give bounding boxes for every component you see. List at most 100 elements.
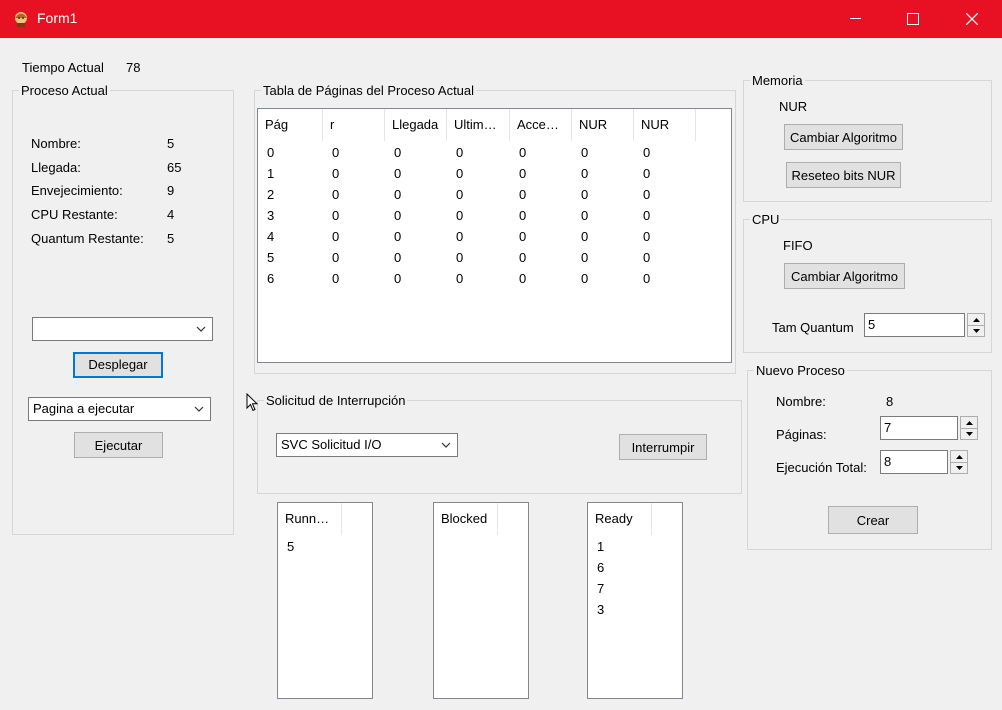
table-cell: 5 [267, 250, 275, 265]
table-row[interactable]: 2 0 0 0 0 0 0 [258, 185, 731, 205]
field-value: 65 [167, 159, 182, 175]
field-label: Quantum Restante: [31, 230, 144, 246]
table-row[interactable]: 6 0 0 0 0 0 0 [258, 269, 731, 289]
process-dropdown[interactable] [32, 317, 213, 341]
list-item[interactable]: 5 [287, 537, 294, 557]
interrupt-title: Solicitud de Interrupción [264, 393, 408, 408]
table-cell: 0 [456, 187, 464, 202]
table-cell: 0 [519, 166, 527, 181]
cpu-algorithm: FIFO [783, 238, 813, 253]
running-queue-header[interactable]: Runn… [278, 503, 342, 535]
table-cell: 0 [519, 250, 527, 265]
memory-algorithm: NUR [779, 99, 808, 114]
table-cell: 0 [456, 271, 464, 286]
column-header[interactable]: Acce… [510, 109, 572, 141]
minimize-button[interactable] [826, 0, 884, 38]
app-icon [15, 12, 27, 27]
table-cell: 0 [581, 250, 589, 265]
table-row[interactable]: 0 0 0 0 0 0 0 [258, 143, 731, 163]
field-value: 9 [167, 183, 175, 199]
field-value: 5 [167, 136, 175, 151]
table-cell: 4 [267, 229, 275, 244]
table-cell: 0 [581, 208, 589, 223]
cpu-change-algorithm-button[interactable]: Cambiar Algoritmo [784, 263, 905, 289]
table-cell: 0 [332, 145, 340, 160]
table-cell: 0 [394, 166, 402, 181]
page-select[interactable]: Pagina a ejecutar [28, 397, 211, 421]
field-label: CPU Restante: [31, 207, 118, 223]
table-cell: 0 [519, 229, 527, 244]
interrupt-button[interactable]: Interrumpir [619, 434, 707, 460]
table-cell: 0 [581, 166, 589, 181]
maximize-button[interactable] [884, 0, 942, 38]
table-cell: 0 [643, 166, 651, 181]
deploy-button[interactable]: Desplegar [73, 352, 163, 378]
table-cell: 0 [456, 208, 464, 223]
spin-down-icon[interactable] [961, 428, 977, 439]
clock-label: Tiempo Actual [22, 60, 104, 75]
list-item[interactable]: 1 [597, 537, 604, 557]
field-value: 4 [167, 207, 175, 223]
table-cell: 0 [519, 187, 527, 202]
create-button[interactable]: Crear [828, 506, 918, 534]
exec-input[interactable]: 8 [880, 450, 948, 474]
table-cell: 0 [456, 229, 464, 244]
blocked-queue-list[interactable]: Blocked [433, 502, 529, 699]
table-cell: 0 [519, 271, 527, 286]
ready-queue-list[interactable]: Ready 1 6 7 3 [587, 502, 683, 699]
memory-change-algorithm-button[interactable]: Cambiar Algoritmo [784, 124, 903, 150]
pages-spinner[interactable] [960, 416, 978, 440]
column-header[interactable]: NUR [634, 109, 696, 141]
table-cell: 0 [456, 145, 464, 160]
maximize-icon [907, 13, 919, 25]
table-cell: 0 [394, 229, 402, 244]
quantum-spinner[interactable] [967, 313, 985, 337]
exec-spinner[interactable] [950, 450, 968, 474]
list-item[interactable]: 6 [597, 558, 604, 578]
title-bar: Form1 [0, 0, 1002, 38]
cpu-title: CPU [750, 212, 782, 227]
spin-down-icon[interactable] [968, 325, 984, 336]
list-item[interactable]: 7 [597, 579, 604, 599]
table-cell: 0 [332, 250, 340, 265]
chevron-down-icon [194, 406, 204, 412]
table-row[interactable]: 1 0 0 0 0 0 0 [258, 164, 731, 184]
ready-queue-header[interactable]: Ready [588, 503, 652, 535]
close-button[interactable] [943, 0, 1001, 38]
minimize-icon [849, 18, 861, 19]
table-row[interactable]: 5 0 0 0 0 0 0 [258, 248, 731, 268]
close-icon [966, 13, 978, 25]
blocked-queue-header[interactable]: Blocked [434, 503, 498, 535]
clock-value: 78 [126, 60, 141, 75]
column-header[interactable]: NUR [572, 109, 634, 141]
chevron-down-icon [441, 442, 451, 448]
table-cell: 0 [267, 145, 275, 160]
field-label: Envejecimiento: [31, 183, 123, 199]
table-cell: 0 [643, 250, 651, 265]
spin-down-icon[interactable] [951, 462, 967, 473]
field-label: Llegada: [31, 159, 81, 175]
column-header[interactable]: Llegada [385, 109, 447, 141]
quantum-input[interactable]: 5 [864, 313, 965, 337]
interrupt-select[interactable]: SVC Solicitud I/O [276, 433, 458, 457]
table-cell: 0 [643, 145, 651, 160]
execute-button[interactable]: Ejecutar [74, 432, 163, 458]
reset-nur-bits-button[interactable]: Reseteo bits NUR [786, 162, 901, 188]
window-title: Form1 [37, 10, 78, 26]
table-cell: 0 [456, 166, 464, 181]
table-row[interactable]: 3 0 0 0 0 0 0 [258, 206, 731, 226]
mouse-cursor-icon [246, 393, 259, 412]
column-header[interactable]: r [323, 109, 385, 141]
page-table-listview[interactable]: Pág r Llegada Ultim… Acce… NUR NUR 0 0 0 0 0 0 0 1 0 0 0 0… [257, 108, 732, 363]
column-header[interactable]: Ultim… [447, 109, 510, 141]
column-header[interactable]: Pág [258, 109, 323, 141]
pages-input[interactable]: 7 [880, 416, 958, 440]
field-value: 5 [167, 230, 175, 246]
table-cell: 0 [394, 145, 402, 160]
list-item[interactable]: 3 [597, 600, 604, 620]
table-cell: 0 [643, 229, 651, 244]
table-row[interactable]: 4 0 0 0 0 0 0 [258, 227, 731, 247]
memory-title: Memoria [750, 73, 805, 88]
table-cell: 0 [519, 145, 527, 160]
running-queue-list[interactable]: Runn… 5 [277, 502, 373, 699]
